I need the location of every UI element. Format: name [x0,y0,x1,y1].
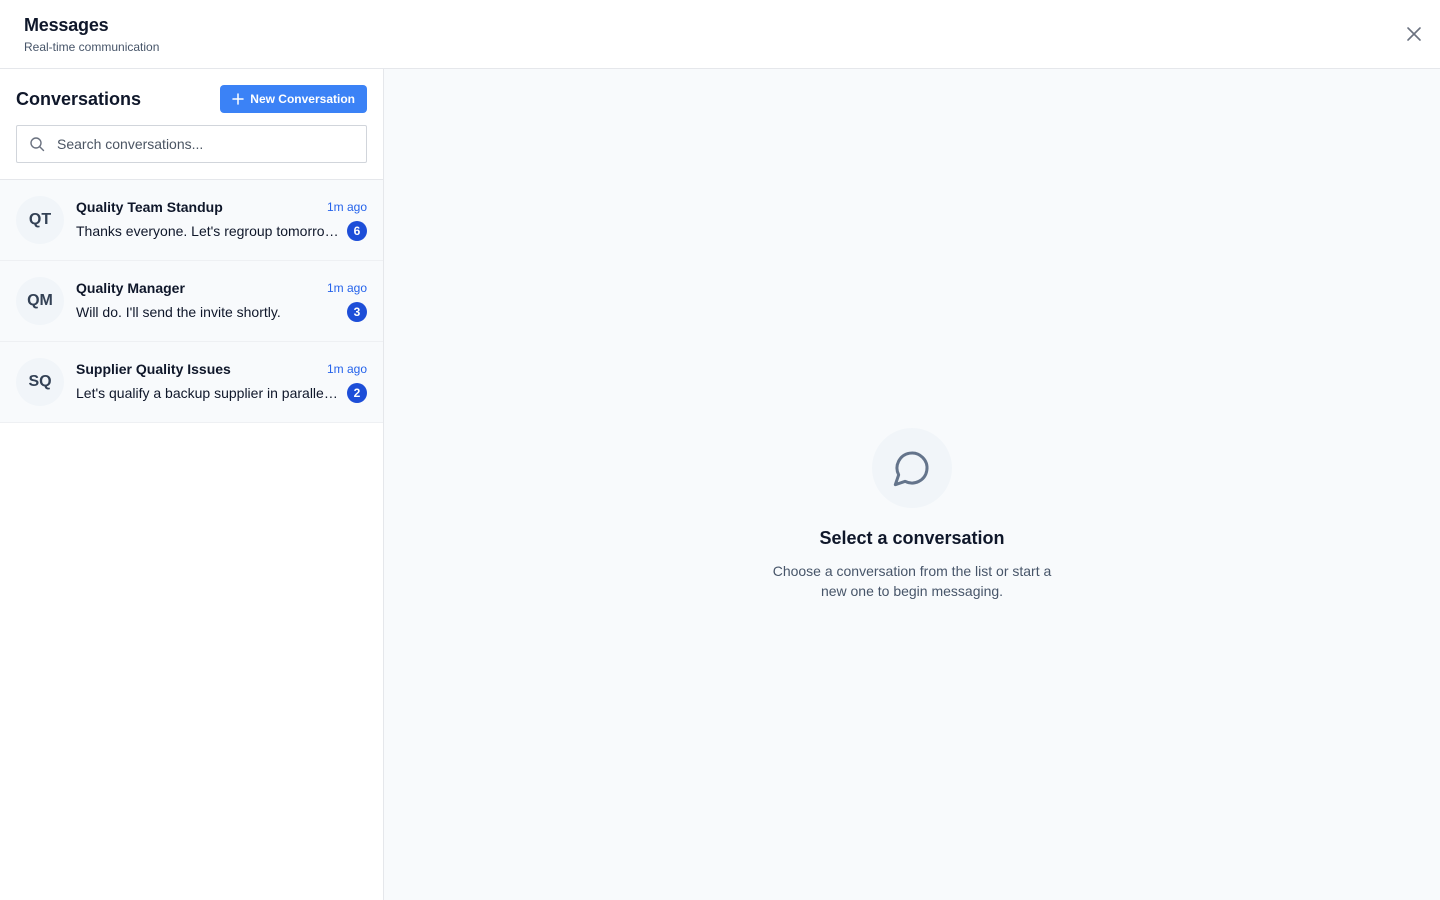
page-subtitle: Real-time communication [24,39,160,54]
conversation-content: Supplier Quality Issues 1m ago Let's qua… [76,361,367,403]
empty-state: Select a conversation Choose a conversat… [762,428,1062,601]
sidebar-title: Conversations [16,88,142,109]
search-input[interactable] [57,136,354,152]
conversation-time: 1m ago [326,200,367,214]
close-button[interactable] [1400,20,1428,48]
conversation-name: Quality Team Standup [76,199,223,215]
conversation-name: Supplier Quality Issues [76,361,231,377]
conversation-preview-row: Will do. I'll send the invite shortly. 3 [76,302,367,322]
avatar: QM [16,277,64,325]
empty-icon-wrap [872,428,952,508]
conversation-header-row: Supplier Quality Issues 1m ago [76,361,367,377]
content-body: Conversations New Conversation Search co… [0,69,1440,900]
conversation-preview: Will do. I'll send the invite shortly. [76,304,281,320]
header-titles: Messages Real-time communication [24,15,159,54]
conversation-preview-row: Let's qualify a backup supplier in paral… [76,383,367,403]
conversation-content: Quality Manager 1m ago Will do. I'll sen… [76,280,367,322]
empty-description: Choose a conversation from the list or s… [772,563,1052,599]
conversation-header-row: Quality Team Standup 1m ago [76,199,367,215]
sidebar-top: Conversations New Conversation [0,69,383,180]
conversation-content: Quality Team Standup 1m ago Thanks every… [76,199,367,241]
avatar: SQ [16,358,64,406]
conversation-preview-row: Thanks everyone. Let's regroup tomorrow … [76,221,367,241]
empty-title: Select a conversation [819,528,1005,548]
conversation-preview: Let's qualify a backup supplier in paral… [76,385,339,401]
conversation-time: 1m ago [326,281,367,295]
conversation-time: 1m ago [326,362,367,376]
conversation-item[interactable]: QT Quality Team Standup 1m ago Thanks ev… [0,180,383,261]
plus-icon [232,93,245,105]
conversation-header-row: Quality Manager 1m ago [76,280,367,296]
conversations-sidebar: Conversations New Conversation Search co… [0,69,384,900]
unread-badge: 2 [347,383,367,403]
message-circle-icon [893,451,929,487]
conversation-name: Quality Manager [76,280,185,296]
conversation-item[interactable]: QM Quality Manager 1m ago Will do. I'll … [0,261,383,342]
search-box [16,125,367,163]
page-title: Messages [24,14,109,35]
close-icon [1407,27,1421,41]
sidebar-head: Conversations New Conversation [16,85,367,113]
header: Messages Real-time communication [0,0,1440,69]
messages-app: Messages Real-time communication Convers… [0,0,1440,900]
conversation-list: QT Quality Team Standup 1m ago Thanks ev… [0,180,383,900]
unread-badge: 3 [347,302,367,322]
new-conversation-button[interactable]: New Conversation [220,85,367,113]
search-icon [30,137,45,152]
new-conversation-label: New Conversation [250,92,355,106]
unread-badge: 6 [347,221,367,241]
conversation-item[interactable]: SQ Supplier Quality Issues 1m ago Let's … [0,342,383,423]
conversation-preview: Thanks everyone. Let's regroup tomorrow … [76,223,339,239]
conversation-panel: Select a conversation Choose a conversat… [384,69,1440,900]
avatar: QT [16,196,64,244]
